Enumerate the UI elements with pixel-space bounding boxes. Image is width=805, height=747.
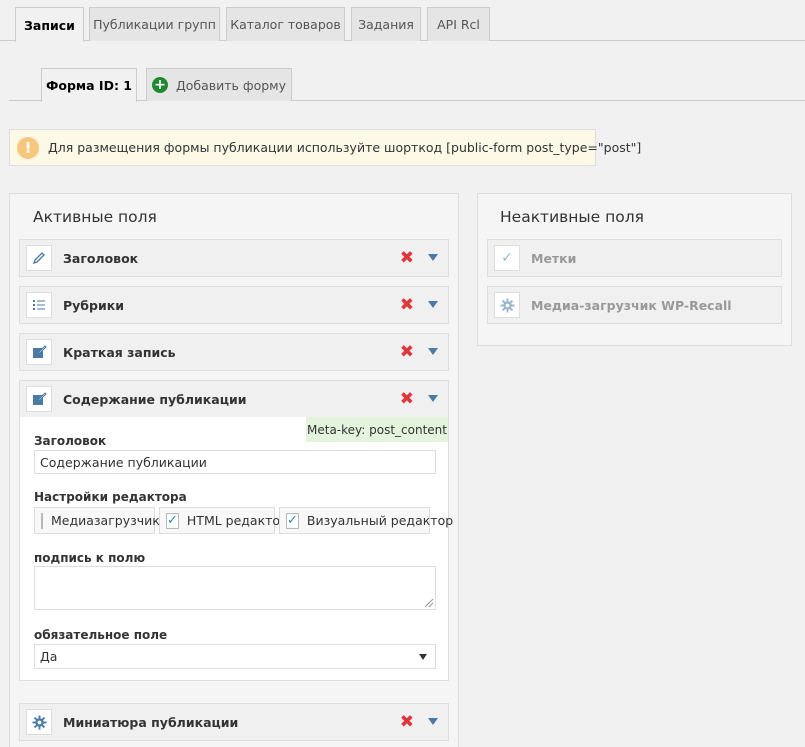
chevron-down-icon[interactable] bbox=[428, 301, 438, 308]
required-select[interactable]: Да bbox=[34, 644, 436, 669]
edit-icon bbox=[26, 339, 52, 365]
top-tabs: Записи Публикации групп Каталог товаров … bbox=[0, 0, 805, 42]
add-form-button[interactable]: + Добавить форму bbox=[146, 68, 292, 101]
tab-product-catalog[interactable]: Каталог товаров bbox=[226, 7, 345, 41]
tab-form-1[interactable]: Форма ID: 1 bbox=[41, 68, 137, 102]
field-thumbnail[interactable]: Миниатюра публикации ✖ bbox=[19, 703, 449, 741]
exclamation-icon: ! bbox=[17, 136, 39, 159]
check-icon[interactable]: ✓ bbox=[166, 512, 179, 529]
form-tabs: Форма ID: 1 + Добавить форму bbox=[9, 55, 805, 102]
field-excerpt[interactable]: Краткая запись ✖ bbox=[19, 333, 449, 371]
delete-icon[interactable]: ✖ bbox=[400, 391, 414, 408]
title-label: Заголовок bbox=[34, 434, 107, 448]
delete-icon[interactable]: ✖ bbox=[400, 250, 414, 267]
chevron-down-icon[interactable] bbox=[428, 395, 438, 402]
chevron-down-icon[interactable] bbox=[428, 718, 438, 725]
field-label: Метки bbox=[531, 250, 577, 266]
tab-zapisi[interactable]: Записи bbox=[15, 7, 84, 42]
visual-editor-checkbox[interactable]: ✓ Визуальный редактор bbox=[279, 507, 453, 534]
meta-key-label: Meta-key: post_content bbox=[306, 417, 448, 442]
delete-icon[interactable]: ✖ bbox=[400, 344, 414, 361]
chevron-down-icon bbox=[419, 654, 427, 660]
tab-api-rcl[interactable]: API Rcl bbox=[427, 7, 490, 41]
tab-tasks[interactable]: Задания bbox=[351, 7, 421, 41]
inactive-field-tags[interactable]: ✓ Метки bbox=[487, 239, 782, 277]
field-content-settings: Meta-key: post_content Заголовок Содержа… bbox=[19, 417, 453, 681]
edit-icon bbox=[26, 386, 52, 412]
field-label: Медиа-загрузчик WP-Recall bbox=[531, 297, 732, 313]
field-label: Рубрики bbox=[63, 297, 124, 313]
field-label: Миниатюра публикации bbox=[63, 714, 239, 730]
field-title[interactable]: Заголовок ✖ bbox=[19, 239, 449, 277]
chevron-down-icon[interactable] bbox=[428, 348, 438, 355]
delete-icon[interactable]: ✖ bbox=[400, 714, 414, 731]
plus-icon: + bbox=[152, 77, 168, 93]
checkbox-box[interactable] bbox=[41, 512, 43, 529]
shortcode-notice: ! Для размещения формы публикации исполь… bbox=[9, 129, 641, 166]
gear-icon bbox=[26, 709, 52, 735]
editor-settings-label: Настройки редактора bbox=[34, 490, 187, 504]
html-editor-checkbox[interactable]: ✓ HTML редактор bbox=[159, 507, 288, 534]
required-label: обязательное поле bbox=[34, 628, 168, 642]
check-icon[interactable]: ✓ bbox=[286, 512, 299, 529]
active-fields-title: Активные поля bbox=[33, 208, 157, 226]
tab-group-publications[interactable]: Публикации групп bbox=[89, 7, 220, 41]
caption-label: подпись к полю bbox=[34, 551, 146, 565]
field-content[interactable]: Содержание публикации ✖ bbox=[19, 380, 449, 418]
field-label: Заголовок bbox=[63, 250, 139, 266]
gear-icon bbox=[494, 292, 520, 318]
inactive-field-media-uploader[interactable]: Медиа-загрузчик WP-Recall bbox=[487, 286, 782, 324]
caption-textarea[interactable] bbox=[34, 566, 436, 610]
field-label: Содержание публикации bbox=[63, 391, 247, 407]
checkbox-label: HTML редактор bbox=[186, 513, 289, 528]
add-form-label: Добавить форму bbox=[176, 77, 286, 93]
list-icon bbox=[26, 292, 52, 318]
inactive-fields-title: Неактивные поля bbox=[500, 208, 644, 226]
chevron-down-icon[interactable] bbox=[428, 254, 438, 261]
checkbox-label: Медиазагрузчик bbox=[51, 513, 160, 528]
media-uploader-checkbox[interactable]: Медиазагрузчик bbox=[34, 507, 160, 534]
field-label: Краткая запись bbox=[63, 344, 176, 360]
notice-text: Для размещения формы публикации использу… bbox=[48, 140, 642, 155]
delete-icon[interactable]: ✖ bbox=[400, 297, 414, 314]
required-select-value: Да bbox=[40, 649, 58, 664]
resize-grip-icon[interactable] bbox=[425, 599, 433, 607]
field-categories[interactable]: Рубрики ✖ bbox=[19, 286, 449, 324]
check-icon: ✓ bbox=[494, 245, 520, 271]
title-input[interactable]: Содержание публикации bbox=[34, 450, 436, 474]
checkbox-label: Визуальный редактор bbox=[306, 513, 454, 528]
pencil-icon bbox=[26, 245, 52, 271]
